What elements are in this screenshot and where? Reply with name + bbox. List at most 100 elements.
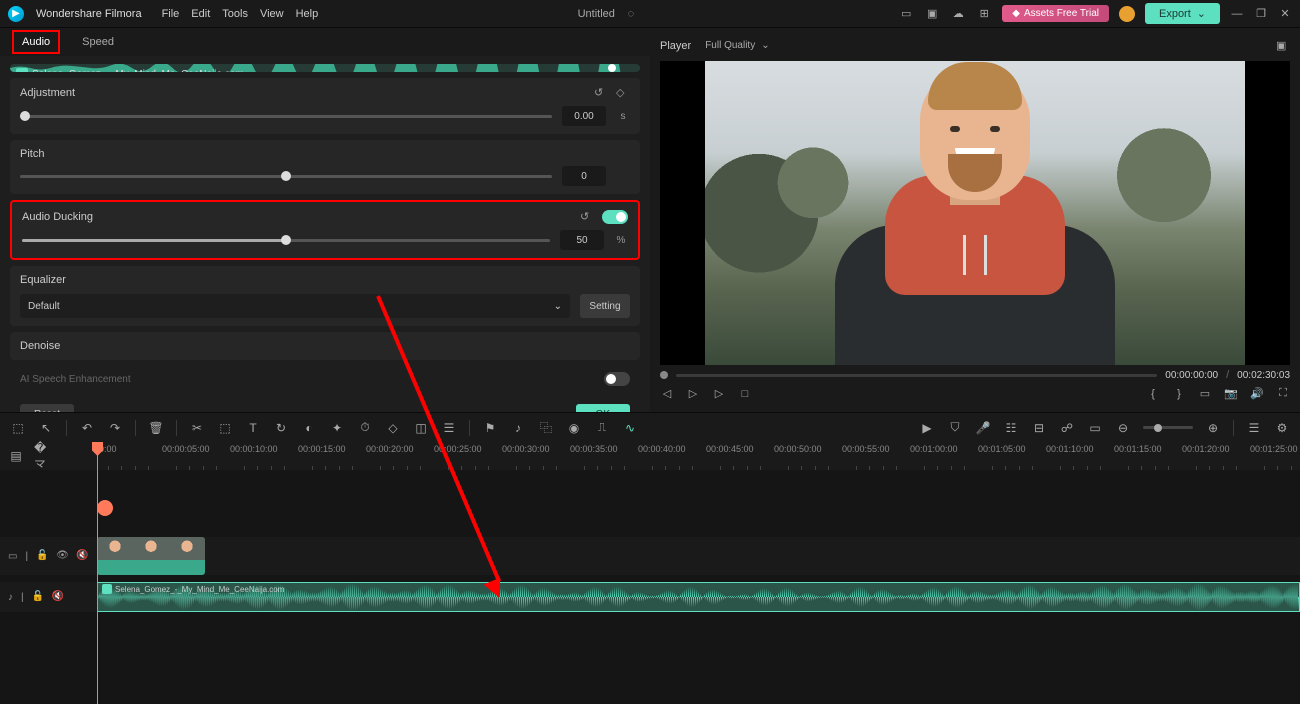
ducking-value[interactable]: 50 xyxy=(560,230,604,250)
next-frame-icon[interactable]: ▷ xyxy=(686,387,700,401)
chevron-down-icon: ⌄ xyxy=(554,301,562,312)
color-icon[interactable]: ◐ xyxy=(301,420,317,436)
maximize-button[interactable]: ❐ xyxy=(1254,7,1268,20)
cut-icon[interactable]: ✂ xyxy=(189,420,205,436)
crop-icon[interactable]: ⬚ xyxy=(217,420,233,436)
mute-icon[interactable]: 🔇 xyxy=(52,591,64,603)
user-avatar[interactable] xyxy=(1119,6,1135,22)
shield-icon[interactable]: ⛉ xyxy=(947,420,963,436)
zoom-slider[interactable] xyxy=(1143,426,1193,429)
export-button[interactable]: Export ⌄ xyxy=(1145,3,1220,24)
cloud-sync-icon[interactable]: ◌ xyxy=(623,6,639,22)
cursor-tool-icon[interactable]: ↖ xyxy=(38,420,54,436)
equalizer-preset-select[interactable]: Default ⌄ xyxy=(20,294,570,318)
stop-icon[interactable]: □ xyxy=(738,387,752,401)
pitch-label: Pitch xyxy=(20,148,44,160)
detach-audio-icon[interactable]: ♪ xyxy=(510,420,526,436)
adjustment-slider[interactable] xyxy=(20,115,552,118)
menu-tools[interactable]: Tools xyxy=(222,8,248,20)
reset-icon[interactable]: ↺ xyxy=(580,210,594,224)
mute-icon[interactable]: 🔇 xyxy=(76,550,88,562)
image-icon[interactable]: ▣ xyxy=(924,6,940,22)
fit-icon[interactable]: ▭ xyxy=(1087,420,1103,436)
minimize-button[interactable]: — xyxy=(1230,8,1244,20)
mix-icon[interactable]: ⎍ xyxy=(594,420,610,436)
mic-icon[interactable]: 🎤 xyxy=(975,420,991,436)
adjustment-value[interactable]: 0.00 xyxy=(562,106,606,126)
playhead[interactable] xyxy=(97,442,98,704)
time-ruler[interactable]: 00:0000:00:05:0000:00:10:0000:00:15:0000… xyxy=(94,442,1300,470)
marker[interactable] xyxy=(97,500,113,516)
monitor-icon[interactable]: ▭ xyxy=(1198,387,1212,401)
speed-icon[interactable]: ⏱ xyxy=(357,420,373,436)
cloud-upload-icon[interactable]: ☁ xyxy=(950,6,966,22)
keyframe-icon[interactable]: ◇ xyxy=(616,86,630,100)
scrub-bar[interactable]: 00:00:00:00 / 00:02:30:03 xyxy=(660,369,1290,381)
zoom-out-icon[interactable]: ⊖ xyxy=(1115,420,1131,436)
menu-edit[interactable]: Edit xyxy=(191,8,210,20)
quality-select[interactable]: Full Quality ⌄ xyxy=(705,40,769,51)
snapshot-icon[interactable]: ▣ xyxy=(1276,39,1290,53)
zoom-in-icon[interactable]: ⊕ xyxy=(1205,420,1221,436)
lock-icon[interactable]: 🔓 xyxy=(32,591,44,603)
track-manage-icon[interactable]: ▤ xyxy=(8,448,24,464)
camera-icon[interactable]: 📷 xyxy=(1224,387,1238,401)
tab-speed[interactable]: Speed xyxy=(78,30,118,54)
ai-speech-toggle[interactable] xyxy=(604,372,630,386)
pitch-slider[interactable] xyxy=(20,175,552,178)
green-screen-icon[interactable]: ◫ xyxy=(413,420,429,436)
keyframe-tool-icon[interactable]: ◇ xyxy=(385,420,401,436)
reset-button[interactable]: Reset xyxy=(20,404,74,412)
rotate-icon[interactable]: ↻ xyxy=(273,420,289,436)
ai-speech-label: AI Speech Enhancement xyxy=(20,374,131,385)
adjust-icon[interactable]: ☰ xyxy=(441,420,457,436)
mark-out-icon[interactable]: } xyxy=(1172,387,1186,401)
chevron-down-icon: ⌄ xyxy=(761,40,769,51)
undo-icon[interactable]: ↶ xyxy=(79,420,95,436)
video-clip[interactable] xyxy=(97,537,205,575)
scrub-handle[interactable] xyxy=(660,371,668,379)
eye-icon[interactable]: 👁 xyxy=(56,550,68,562)
effect-icon[interactable]: ✦ xyxy=(329,420,345,436)
group-icon[interactable]: ⿻ xyxy=(538,420,554,436)
delete-icon[interactable]: 🗑 xyxy=(148,420,164,436)
keyframe-dot[interactable] xyxy=(608,64,616,72)
ducking-slider[interactable] xyxy=(22,239,550,242)
tablet-icon[interactable]: ▭ xyxy=(898,6,914,22)
link-icon[interactable]: ☍ xyxy=(1059,420,1075,436)
fullscreen-icon[interactable]: ⛶ xyxy=(1276,387,1290,401)
list-icon[interactable]: ☰ xyxy=(1246,420,1262,436)
menu-view[interactable]: View xyxy=(260,8,284,20)
assets-trial-button[interactable]: ◆ Assets Free Trial xyxy=(1002,5,1109,22)
close-button[interactable]: ✕ xyxy=(1278,7,1292,20)
mixer-icon[interactable]: ☷ xyxy=(1003,420,1019,436)
equalizer-setting-button[interactable]: Setting xyxy=(580,294,630,318)
equalizer-label: Equalizer xyxy=(20,274,66,286)
mark-in-icon[interactable]: { xyxy=(1146,387,1160,401)
reset-icon[interactable]: ↺ xyxy=(594,86,608,100)
ok-button[interactable]: OK xyxy=(576,404,630,412)
ducking-toggle[interactable] xyxy=(602,210,628,224)
play-icon[interactable]: ▷ xyxy=(712,387,726,401)
apps-icon[interactable]: ⊞ xyxy=(976,6,992,22)
menu-help[interactable]: Help xyxy=(296,8,319,20)
track-link-icon[interactable]: �龴 xyxy=(34,448,50,464)
render-icon[interactable]: ▶ xyxy=(919,420,935,436)
text-icon[interactable]: T xyxy=(245,420,261,436)
snap-icon[interactable]: ⊟ xyxy=(1031,420,1047,436)
marker-icon[interactable]: ⚑ xyxy=(482,420,498,436)
audio-tool-icon[interactable]: ∿ xyxy=(622,420,638,436)
prev-frame-icon[interactable]: ◁ xyxy=(660,387,674,401)
redo-icon[interactable]: ↷ xyxy=(107,420,123,436)
denoise-section[interactable]: Denoise xyxy=(10,332,640,360)
video-track-lane[interactable] xyxy=(94,537,1300,575)
tab-audio[interactable]: Audio xyxy=(12,30,60,54)
menu-file[interactable]: File xyxy=(162,8,180,20)
pitch-value[interactable]: 0 xyxy=(562,166,606,186)
select-tool-icon[interactable]: ⬚ xyxy=(10,420,26,436)
settings-icon[interactable]: ⚙ xyxy=(1274,420,1290,436)
volume-icon[interactable]: 🔊 xyxy=(1250,387,1264,401)
lock-icon[interactable]: 🔓 xyxy=(36,550,48,562)
audio-clip[interactable]: Selena_Gomez_-_My_Mind_Me_CeeNaija.com xyxy=(97,582,1300,612)
record-icon[interactable]: ◉ xyxy=(566,420,582,436)
